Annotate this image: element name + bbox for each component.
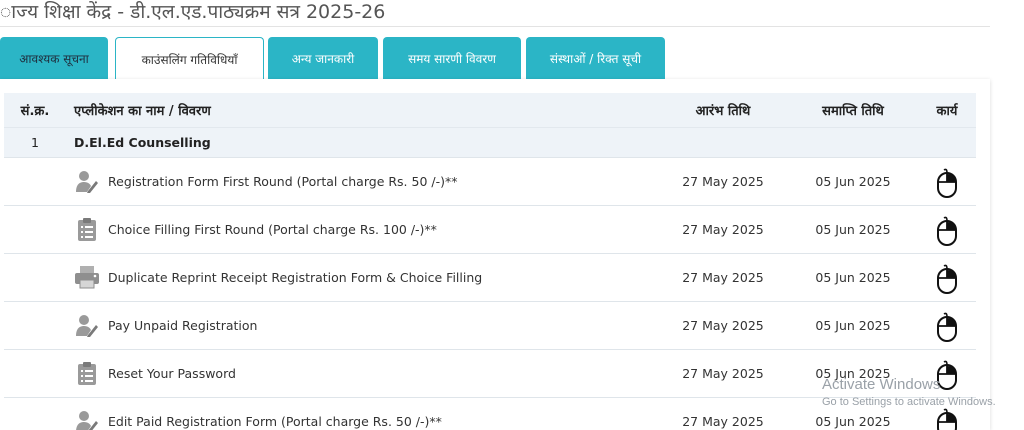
column-header-name: एप्लीकेशन का नाम / विवरण bbox=[66, 93, 658, 127]
row-number-cell bbox=[4, 252, 66, 301]
application-name-cell: Reset Your Password bbox=[66, 348, 658, 397]
application-name-cell: Duplicate Reprint Receipt Registration F… bbox=[66, 252, 658, 301]
action-cell bbox=[918, 204, 976, 253]
action-cell bbox=[918, 252, 976, 301]
end-date-cell: 05 Jun 2025 bbox=[788, 204, 918, 253]
action-cell bbox=[918, 156, 976, 205]
start-date-cell: 27 May 2025 bbox=[658, 300, 788, 349]
application-link[interactable]: Edit Paid Registration Form (Portal char… bbox=[108, 414, 442, 429]
column-header-action: कार्य bbox=[918, 93, 976, 127]
user-edit-icon bbox=[74, 312, 100, 338]
tab-other-information[interactable]: अन्य जानकारी bbox=[268, 37, 378, 79]
table-row: Duplicate Reprint Receipt Registration F… bbox=[4, 252, 976, 301]
watermark-subtitle: Go to Settings to activate Windows. bbox=[822, 396, 996, 408]
row-number-cell bbox=[4, 300, 66, 349]
end-date-cell: 05 Jun 2025 bbox=[788, 156, 918, 205]
tab-important-notice[interactable]: आवश्यक सूचना bbox=[0, 37, 108, 79]
row-number-cell bbox=[4, 396, 66, 430]
table-row: Choice Filling First Round (Portal charg… bbox=[4, 204, 976, 253]
group-number: 1 bbox=[4, 126, 66, 157]
application-name-cell: Registration Form First Round (Portal ch… bbox=[66, 156, 658, 205]
tab-timetable-details[interactable]: समय सारणी विवरण bbox=[383, 37, 521, 79]
application-name-cell: Edit Paid Registration Form (Portal char… bbox=[66, 396, 658, 430]
user-edit-icon bbox=[74, 408, 100, 430]
application-link[interactable]: Pay Unpaid Registration bbox=[108, 318, 257, 333]
end-date-cell: 05 Jun 2025 bbox=[788, 252, 918, 301]
clipboard-icon bbox=[74, 360, 100, 386]
application-name-cell: Choice Filling First Round (Portal charg… bbox=[66, 204, 658, 253]
printer-icon bbox=[74, 264, 100, 290]
application-link[interactable]: Reset Your Password bbox=[108, 366, 236, 381]
tab-institutions-vacancy-list[interactable]: संस्थाओं / रिक्त सूची bbox=[526, 37, 665, 79]
table-header-row: सं.क्र. एप्लीकेशन का नाम / विवरण आरंभ ति… bbox=[4, 93, 976, 127]
group-title: D.El.Ed Counselling bbox=[66, 126, 658, 157]
start-date-cell: 27 May 2025 bbox=[658, 252, 788, 301]
mouse-click-icon[interactable] bbox=[936, 408, 958, 430]
application-link[interactable]: Duplicate Reprint Receipt Registration F… bbox=[108, 270, 482, 285]
page-header: ाज्य शिक्षा केंद्र - डी.एल.एड.पाठ्यक्रम … bbox=[0, 0, 990, 27]
page-title: ाज्य शिक्षा केंद्र - डी.एल.एड.पाठ्यक्रम … bbox=[0, 1, 386, 23]
clipboard-icon bbox=[74, 216, 100, 242]
column-header-end-date: समाप्ति तिथि bbox=[788, 93, 918, 127]
application-link[interactable]: Choice Filling First Round (Portal charg… bbox=[108, 222, 437, 237]
table-row: Pay Unpaid Registration 27 May 2025 05 Jun… bbox=[4, 300, 976, 349]
start-date-cell: 27 May 2025 bbox=[658, 204, 788, 253]
end-date-cell: 05 Jun 2025 bbox=[788, 300, 918, 349]
row-number-cell bbox=[4, 348, 66, 397]
column-header-sno: सं.क्र. bbox=[4, 93, 66, 127]
row-number-cell bbox=[4, 204, 66, 253]
table-group-row: 1 D.El.Ed Counselling bbox=[4, 126, 976, 157]
tab-counselling-activities[interactable]: काउंसलिंग गतिविधियाँ bbox=[115, 37, 264, 81]
start-date-cell: 27 May 2025 bbox=[658, 396, 788, 430]
user-edit-icon bbox=[74, 168, 100, 194]
start-date-cell: 27 May 2025 bbox=[658, 156, 788, 205]
column-header-start-date: आरंभ तिथि bbox=[658, 93, 788, 127]
action-cell bbox=[918, 300, 976, 349]
application-name-cell: Pay Unpaid Registration bbox=[66, 300, 658, 349]
table-row: Registration Form First Round (Portal ch… bbox=[4, 156, 976, 205]
mouse-click-icon[interactable] bbox=[936, 168, 958, 201]
row-number-cell bbox=[4, 156, 66, 205]
mouse-click-icon[interactable] bbox=[936, 216, 958, 249]
tab-bar: आवश्यक सूचना काउंसलिंग गतिविधियाँ अन्य ज… bbox=[0, 37, 990, 81]
mouse-click-icon[interactable] bbox=[936, 312, 958, 345]
windows-activation-watermark: Activate Windows Go to Settings to activ… bbox=[822, 376, 996, 408]
application-link[interactable]: Registration Form First Round (Portal ch… bbox=[108, 174, 457, 189]
start-date-cell: 27 May 2025 bbox=[658, 348, 788, 397]
watermark-title: Activate Windows bbox=[822, 376, 941, 393]
mouse-click-icon[interactable] bbox=[936, 264, 958, 297]
